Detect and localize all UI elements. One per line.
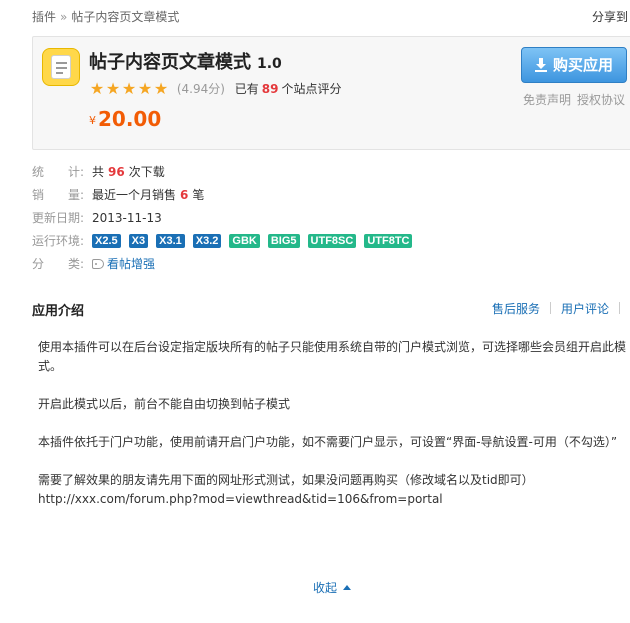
info-row-stats: 统 计: 共 96 次下载 <box>32 164 622 187</box>
plugin-version: 1.0 <box>257 56 282 72</box>
env-tag: X2.5 <box>92 234 121 248</box>
info-row-environment: 运行环境: X2.5 X3 X3.1 X3.2 GBK BIG5 UTF8SC UTF8TC <box>32 233 622 256</box>
rating-prefix: 已有 <box>234 82 259 96</box>
breadcrumb: 插件 » 帖子内容页文章模式 <box>32 8 179 25</box>
category-link[interactable]: 看帖增强 <box>92 257 155 271</box>
plugin-name: 帖子内容页文章模式 <box>89 52 251 73</box>
star-icon: ★ <box>121 78 137 98</box>
info-row-sales: 销 量: 最近一个月销售 6 笔 <box>32 187 622 210</box>
plugin-logo-icon <box>42 48 80 86</box>
collapse-label: 收起 <box>313 581 338 595</box>
star-icon: ★ <box>105 78 121 98</box>
top-bar: 插件 » 帖子内容页文章模式 分享到 <box>0 0 630 30</box>
section-title: 应用介绍 <box>32 304 85 319</box>
plugin-header-card: 帖子内容页文章模式 1.0 ★ ★ ★ ★ ★ (4.94分) 已有 89 个站点评分 ¥20… <box>32 36 630 150</box>
tab-divider <box>619 302 620 314</box>
demo-url: http://xxx.com/forum.php?mod=viewthread&… <box>38 492 443 506</box>
info-row-category: 分 类: 看帖增强 <box>32 256 622 279</box>
updated-date: 2013-11-13 <box>92 211 162 225</box>
category-label: 分 类: <box>32 257 85 271</box>
plugin-title: 帖子内容页文章模式 1.0 <box>89 48 282 74</box>
stats-value-text: 共 96 次下载 <box>92 165 165 179</box>
star-icon: ★ <box>89 78 105 98</box>
category-value: 看帖增强 <box>107 257 156 271</box>
sales-suffix: 笔 <box>192 188 205 202</box>
sales-prefix: 最近一个月销售 <box>92 188 177 202</box>
app-description: 使用本插件可以在后台设定指定版块所有的帖子只能使用系统自带的门户模式浏览，可选择… <box>38 338 630 528</box>
env-tag: BIG5 <box>267 234 300 248</box>
tab-divider <box>549 302 551 314</box>
buy-app-label: 购买应用 <box>552 56 613 74</box>
rating-score: (4.94分) <box>176 82 225 96</box>
price-currency: ¥ <box>89 114 96 127</box>
app-intro-header: 应用介绍 售后服务 用户评论 <box>32 300 630 320</box>
env-tag: X3.2 <box>192 234 222 248</box>
rating: ★ ★ ★ ★ ★ (4.94分) 已有 89 个站点评分 <box>89 78 342 98</box>
rating-count: 89 <box>261 82 279 96</box>
env-tag: UTF8TC <box>364 234 413 248</box>
description-paragraph: 开启此模式以后，前台不能自由切换到帖子模式 <box>38 397 291 411</box>
download-icon <box>534 58 547 72</box>
download-count: 96 <box>108 165 125 179</box>
tag-icon <box>92 259 104 269</box>
sales-value-text: 最近一个月销售 6 笔 <box>92 188 204 202</box>
environment-label: 运行环境: <box>32 234 85 248</box>
stats-suffix: 次下载 <box>128 165 165 179</box>
env-tag: X3 <box>128 234 149 248</box>
share-button[interactable]: 分享到 <box>592 8 628 25</box>
buy-app-button[interactable]: 购买应用 <box>521 47 627 83</box>
section-tabs: 售后服务 用户评论 <box>492 300 630 317</box>
description-paragraph: 本插件依托于门户功能，使用前请开启门户功能，如不需要门户显示，可设置“界面-导航… <box>38 435 618 449</box>
document-icon <box>51 55 71 79</box>
rating-count-text: 已有 89 个站点评分 <box>235 82 342 96</box>
env-tag: X3.1 <box>156 234 185 248</box>
rating-stars: ★ ★ ★ ★ ★ <box>89 78 169 98</box>
caret-up-icon <box>343 585 352 590</box>
price: ¥20.00 <box>89 107 161 131</box>
env-tag: UTF8SC <box>307 234 357 248</box>
env-tag: GBK <box>229 234 260 248</box>
plugin-info: 统 计: 共 96 次下载 销 量: 最近一个月销售 6 笔 更新日期: 2013-11-13… <box>32 164 622 279</box>
stats-label: 统 计: <box>32 165 85 179</box>
breadcrumb-separator: » <box>60 10 68 24</box>
sales-count: 6 <box>180 188 189 202</box>
description-paragraph: 需要了解效果的朋友请先用下面的网址形式测试，如果没问题再购买（修改域名以及tid… <box>38 473 534 487</box>
updated-label: 更新日期: <box>32 211 85 225</box>
sales-label: 销 量: <box>32 188 85 202</box>
license-link[interactable]: 授权协议 <box>577 93 625 107</box>
stats-prefix: 共 <box>92 165 105 179</box>
star-icon: ★ <box>137 78 153 98</box>
description-paragraph: 使用本插件可以在后台设定指定版块所有的帖子只能使用系统自带的门户模式浏览，可选择… <box>38 340 627 373</box>
tab-after-sales[interactable]: 售后服务 <box>492 302 540 316</box>
rating-suffix: 个站点评分 <box>281 82 342 96</box>
breadcrumb-current[interactable]: 帖子内容页文章模式 <box>71 10 179 24</box>
disclaimer-link[interactable]: 免责声明 <box>523 93 571 107</box>
collapse-button[interactable]: 收起 <box>313 579 352 596</box>
breadcrumb-root[interactable]: 插件 <box>32 10 56 24</box>
info-row-updated: 更新日期: 2013-11-13 <box>32 210 622 233</box>
tab-user-reviews[interactable]: 用户评论 <box>561 302 609 316</box>
price-amount: 20.00 <box>98 107 162 131</box>
star-icon: ★ <box>153 78 169 98</box>
legal-links: 免责声明 授权协议 <box>523 91 630 108</box>
